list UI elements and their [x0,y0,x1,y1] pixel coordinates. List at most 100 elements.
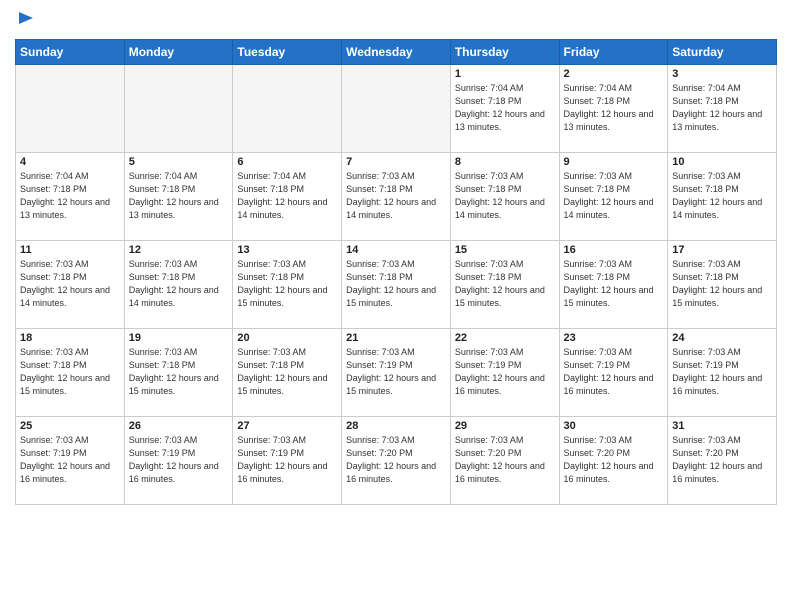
day-info: Sunrise: 7:03 AMSunset: 7:18 PMDaylight:… [346,258,446,310]
calendar-cell: 16 Sunrise: 7:03 AMSunset: 7:18 PMDayligh… [559,240,668,328]
day-number: 7 [346,156,446,168]
calendar-cell [342,64,451,152]
calendar-cell [233,64,342,152]
day-info: Sunrise: 7:03 AMSunset: 7:18 PMDaylight:… [346,170,446,222]
calendar-cell: 1 Sunrise: 7:04 AMSunset: 7:18 PMDaylight… [450,64,559,152]
header [15,10,777,33]
calendar-cell: 19Sunrise: 7:03 AMSunset: 7:18 PMDayligh… [124,328,233,416]
day-info: Sunrise: 7:04 AMSunset: 7:18 PMDaylight:… [20,170,120,222]
week-row-2: 4 Sunrise: 7:04 AMSunset: 7:18 PMDaylight… [16,152,777,240]
col-header-monday: Monday [124,39,233,64]
calendar-cell: 22 Sunrise: 7:03 AMSunset: 7:19 PMDayligh… [450,328,559,416]
day-number: 12 [129,244,229,256]
calendar-cell: 2 Sunrise: 7:04 AMSunset: 7:18 PMDaylight… [559,64,668,152]
day-info: Sunrise: 7:03 AMSunset: 7:19 PMDaylight:… [564,346,664,398]
calendar-cell: 14 Sunrise: 7:03 AMSunset: 7:18 PMDayligh… [342,240,451,328]
calendar-cell: 9 Sunrise: 7:03 AMSunset: 7:18 PMDaylight… [559,152,668,240]
day-number: 3 [672,68,772,80]
week-row-1: 1 Sunrise: 7:04 AMSunset: 7:18 PMDaylight… [16,64,777,152]
day-info: Sunrise: 7:03 AMSunset: 7:19 PMDaylight:… [672,346,772,398]
day-info: Sunrise: 7:03 AMSunset: 7:20 PMDaylight:… [346,434,446,486]
day-number: 13 [237,244,337,256]
calendar-cell: 21Sunrise: 7:03 AMSunset: 7:19 PMDayligh… [342,328,451,416]
day-number: 17 [672,244,772,256]
col-header-friday: Friday [559,39,668,64]
calendar-cell: 20 Sunrise: 7:03 AMSunset: 7:18 PMDayligh… [233,328,342,416]
day-info: Sunrise: 7:04 AMSunset: 7:18 PMDaylight:… [129,170,229,222]
day-number: 1 [455,68,555,80]
calendar-cell: 28 Sunrise: 7:03 AMSunset: 7:20 PMDayligh… [342,416,451,504]
day-info: Sunrise: 7:03 AMSunset: 7:19 PMDaylight:… [237,434,337,486]
day-number: 15 [455,244,555,256]
day-info: Sunrise: 7:03 AMSunset: 7:20 PMDaylight:… [564,434,664,486]
calendar-cell: 7 Sunrise: 7:03 AMSunset: 7:18 PMDaylight… [342,152,451,240]
day-number: 14 [346,244,446,256]
calendar-cell: 17 Sunrise: 7:03 AMSunset: 7:18 PMDayligh… [668,240,777,328]
day-number: 24 [672,332,772,344]
calendar-cell: 10 Sunrise: 7:03 AMSunset: 7:18 PMDayligh… [668,152,777,240]
calendar-cell: 30 Sunrise: 7:03 AMSunset: 7:20 PMDayligh… [559,416,668,504]
page: SundayMondayTuesdayWednesdayThursdayFrid… [0,0,792,612]
calendar-cell: 15 Sunrise: 7:03 AMSunset: 7:18 PMDayligh… [450,240,559,328]
day-info: Sunrise: 7:04 AMSunset: 7:18 PMDaylight:… [564,82,664,134]
day-number: 19 [129,332,229,344]
calendar-cell: 8Sunrise: 7:03 AMSunset: 7:18 PMDaylight… [450,152,559,240]
day-number: 30 [564,420,664,432]
logo [15,10,35,33]
day-info: Sunrise: 7:03 AMSunset: 7:19 PMDaylight:… [455,346,555,398]
calendar-cell: 18Sunrise: 7:03 AMSunset: 7:18 PMDayligh… [16,328,125,416]
col-header-sunday: Sunday [16,39,125,64]
day-number: 10 [672,156,772,168]
day-info: Sunrise: 7:04 AMSunset: 7:18 PMDaylight:… [455,82,555,134]
day-number: 22 [455,332,555,344]
day-info: Sunrise: 7:03 AMSunset: 7:18 PMDaylight:… [455,258,555,310]
day-number: 4 [20,156,120,168]
day-info: Sunrise: 7:03 AMSunset: 7:18 PMDaylight:… [564,258,664,310]
calendar-cell: 26 Sunrise: 7:03 AMSunset: 7:19 PMDayligh… [124,416,233,504]
day-number: 25 [20,420,120,432]
day-number: 9 [564,156,664,168]
day-info: Sunrise: 7:03 AMSunset: 7:18 PMDaylight:… [455,170,555,222]
day-number: 26 [129,420,229,432]
day-info: Sunrise: 7:03 AMSunset: 7:20 PMDaylight:… [455,434,555,486]
day-info: Sunrise: 7:03 AMSunset: 7:18 PMDaylight:… [564,170,664,222]
col-header-thursday: Thursday [450,39,559,64]
day-number: 28 [346,420,446,432]
week-row-4: 18Sunrise: 7:03 AMSunset: 7:18 PMDayligh… [16,328,777,416]
day-number: 27 [237,420,337,432]
day-number: 6 [237,156,337,168]
calendar-cell: 3Sunrise: 7:04 AMSunset: 7:18 PMDaylight… [668,64,777,152]
calendar-cell: 5Sunrise: 7:04 AMSunset: 7:18 PMDaylight… [124,152,233,240]
calendar-cell: 23 Sunrise: 7:03 AMSunset: 7:19 PMDayligh… [559,328,668,416]
day-number: 11 [20,244,120,256]
day-info: Sunrise: 7:03 AMSunset: 7:19 PMDaylight:… [20,434,120,486]
day-info: Sunrise: 7:03 AMSunset: 7:18 PMDaylight:… [129,258,229,310]
day-number: 29 [455,420,555,432]
day-info: Sunrise: 7:04 AMSunset: 7:18 PMDaylight:… [237,170,337,222]
col-header-wednesday: Wednesday [342,39,451,64]
day-info: Sunrise: 7:03 AMSunset: 7:20 PMDaylight:… [672,434,772,486]
calendar-cell: 31 Sunrise: 7:03 AMSunset: 7:20 PMDayligh… [668,416,777,504]
calendar-cell: 29 Sunrise: 7:03 AMSunset: 7:20 PMDayligh… [450,416,559,504]
col-header-tuesday: Tuesday [233,39,342,64]
calendar-cell [124,64,233,152]
day-number: 31 [672,420,772,432]
calendar-table: SundayMondayTuesdayWednesdayThursdayFrid… [15,39,777,505]
calendar-cell: 6 Sunrise: 7:04 AMSunset: 7:18 PMDaylight… [233,152,342,240]
day-info: Sunrise: 7:03 AMSunset: 7:18 PMDaylight:… [672,170,772,222]
day-number: 23 [564,332,664,344]
calendar-cell: 13 Sunrise: 7:03 AMSunset: 7:18 PMDayligh… [233,240,342,328]
day-info: Sunrise: 7:03 AMSunset: 7:18 PMDaylight:… [672,258,772,310]
day-info: Sunrise: 7:03 AMSunset: 7:18 PMDaylight:… [237,258,337,310]
calendar-cell: 11Sunrise: 7:03 AMSunset: 7:18 PMDayligh… [16,240,125,328]
week-row-3: 11 Sunrise: 7:03 AMSunset: 7:18 PMDayligh… [16,240,777,328]
day-number: 2 [564,68,664,80]
day-number: 16 [564,244,664,256]
day-info: Sunrise: 7:03 AMSunset: 7:19 PMDaylight:… [129,434,229,486]
day-info: Sunrise: 7:03 AMSunset: 7:18 PMDaylight:… [237,346,337,398]
calendar-cell: 4 Sunrise: 7:04 AMSunset: 7:18 PMDaylight… [16,152,125,240]
calendar-cell: 27 Sunrise: 7:03 AMSunset: 7:19 PMDayligh… [233,416,342,504]
calendar-cell: 25 Sunrise: 7:03 AMSunset: 7:19 PMDayligh… [16,416,125,504]
day-info: Sunrise: 7:03 AMSunset: 7:18 PMDaylight:… [20,346,120,398]
day-number: 20 [237,332,337,344]
